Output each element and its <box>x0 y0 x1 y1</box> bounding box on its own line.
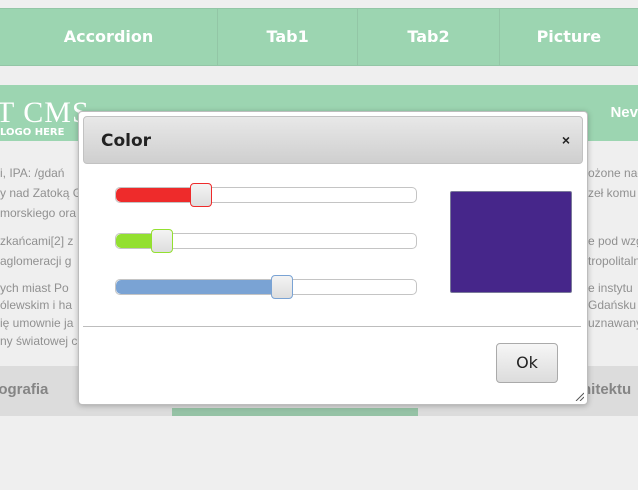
dialog-title: Color <box>101 131 152 151</box>
color-dialog: Color × Ok <box>78 111 588 405</box>
red-slider-fill <box>116 188 200 202</box>
blue-slider-handle[interactable] <box>271 275 293 299</box>
ok-button[interactable]: Ok <box>496 343 558 383</box>
close-icon[interactable]: × <box>562 132 570 148</box>
blue-slider-fill <box>116 280 281 294</box>
red-slider[interactable] <box>115 183 417 207</box>
resize-grip-icon[interactable] <box>574 391 584 401</box>
green-slider[interactable] <box>115 229 417 253</box>
green-slider-handle[interactable] <box>151 229 173 253</box>
dialog-titlebar[interactable]: Color × <box>83 116 583 164</box>
dialog-divider <box>83 326 581 327</box>
color-preview-swatch <box>450 191 572 293</box>
red-slider-handle[interactable] <box>190 183 212 207</box>
blue-slider[interactable] <box>115 275 417 299</box>
